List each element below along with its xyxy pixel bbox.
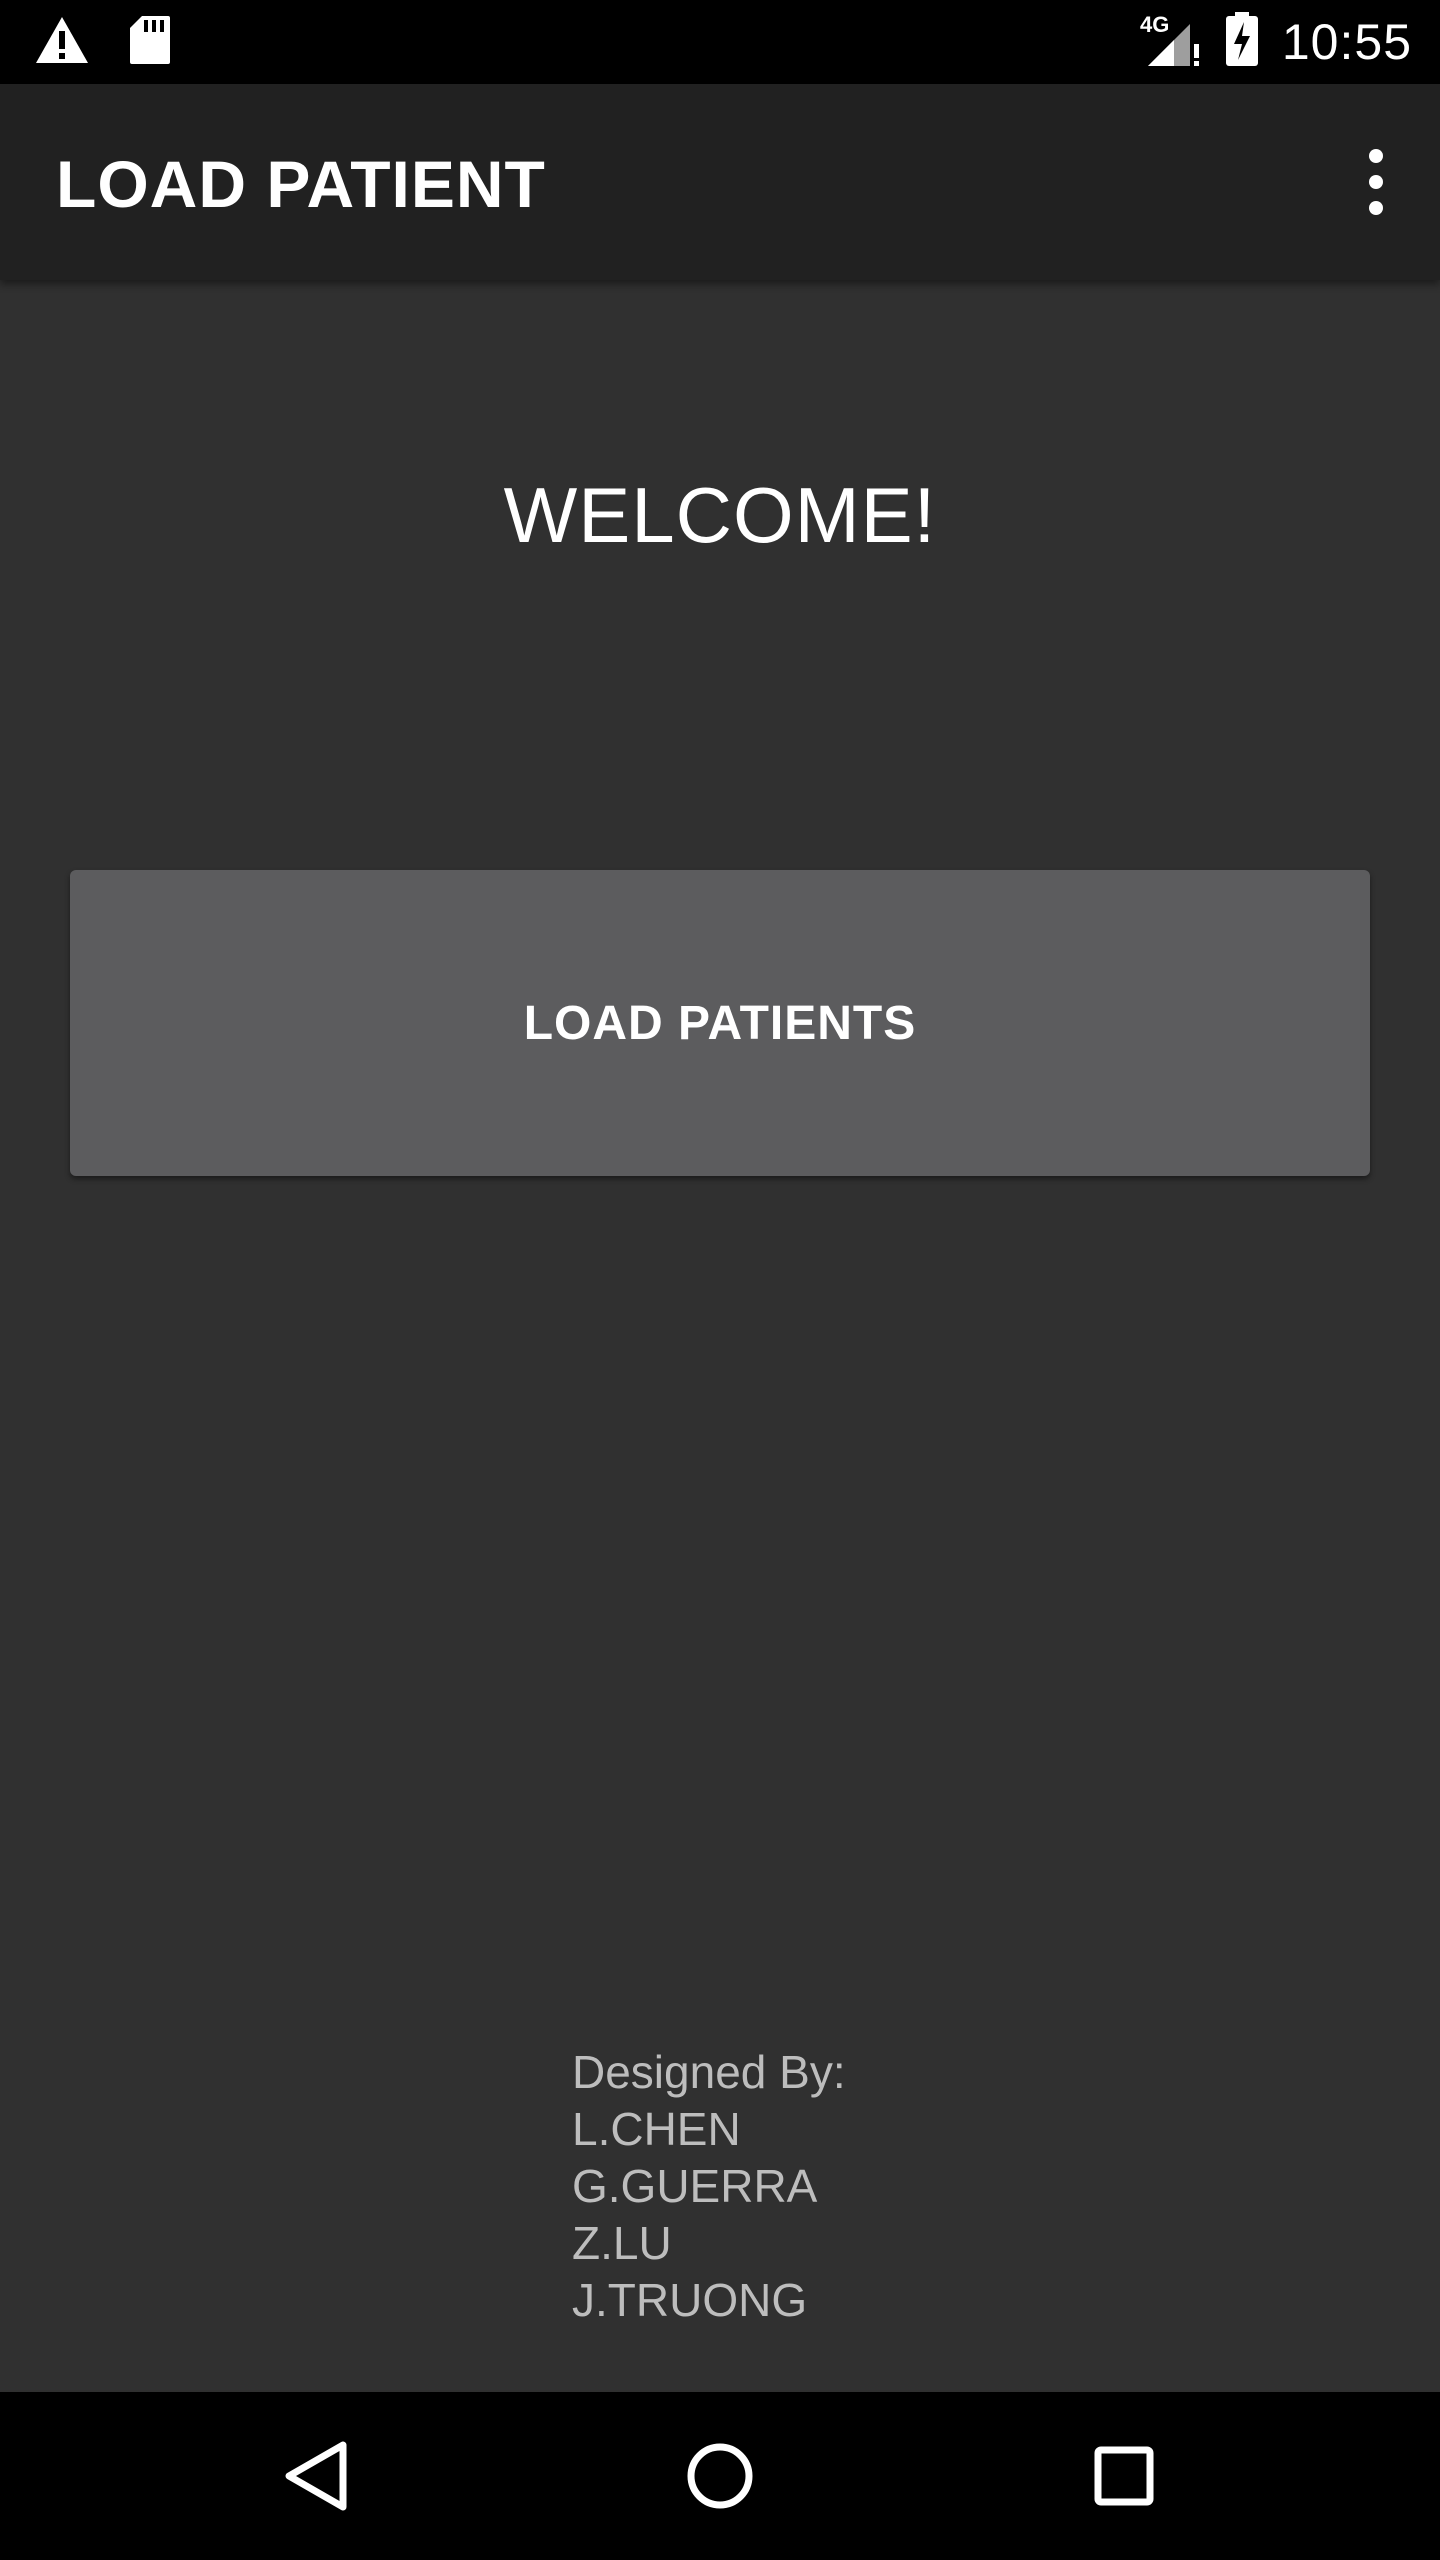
menu-dot (1369, 149, 1383, 163)
recents-icon[interactable] (1074, 2426, 1174, 2526)
menu-dot (1369, 201, 1383, 215)
status-left (34, 14, 172, 70)
credits-heading: Designed By: (572, 2046, 846, 2098)
sd-card-icon (128, 14, 172, 71)
nav-bar (0, 2392, 1440, 2560)
load-patients-button[interactable]: LOAD PATIENTS (70, 870, 1370, 1176)
credits-name: Z.LU (572, 2217, 672, 2269)
battery-charging-icon (1224, 11, 1260, 73)
more-vert-icon[interactable] (1348, 140, 1404, 224)
menu-dot (1369, 175, 1383, 189)
credits-name: J.TRUONG (572, 2274, 808, 2326)
back-icon[interactable] (266, 2426, 366, 2526)
warning-icon (34, 15, 90, 70)
signal-icon: 4G (1140, 10, 1202, 75)
screen: 4G 10:55 LOAD PATIENT WELCOME! LOAD PATI… (0, 0, 1440, 2560)
welcome-heading: WELCOME! (503, 471, 937, 559)
home-icon[interactable] (670, 2426, 770, 2526)
credits-name: L.CHEN (572, 2103, 741, 2155)
network-type-label: 4G (1140, 12, 1169, 37)
app-bar: LOAD PATIENT (0, 84, 1440, 280)
credits: Designed By: L.CHEN G.GUERRA Z.LU J.TRUO… (572, 2044, 846, 2329)
credits-name: G.GUERRA (572, 2160, 818, 2212)
app-title: LOAD PATIENT (56, 147, 546, 221)
status-time: 10:55 (1281, 14, 1412, 70)
status-right: 4G 10:55 (1140, 10, 1412, 74)
status-bar: 4G 10:55 (0, 0, 1440, 84)
